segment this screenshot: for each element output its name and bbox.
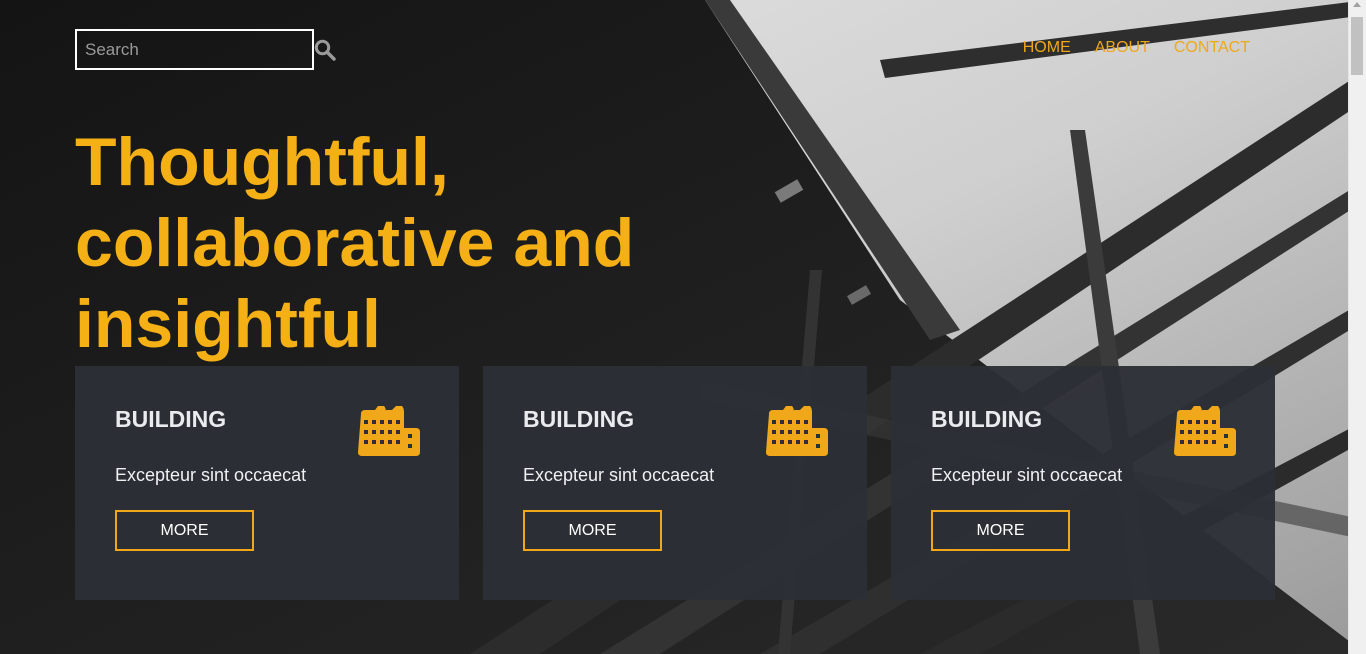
feature-cards: BUILDING Excepteur sint occaecat MORE BU… bbox=[75, 366, 1275, 600]
feature-card: BUILDING Excepteur sint occaecat MORE bbox=[75, 366, 459, 600]
feature-card: BUILDING Excepteur sint occaecat MORE bbox=[891, 366, 1275, 600]
card-text: Excepteur sint occaecat bbox=[931, 465, 1123, 485]
feature-card: BUILDING Excepteur sint occaecat MORE bbox=[483, 366, 867, 600]
main-nav: HOME ABOUT CONTACT bbox=[1023, 39, 1250, 57]
card-title: BUILDING bbox=[931, 406, 1043, 432]
factory-icon bbox=[766, 406, 828, 456]
card-title: BUILDING bbox=[523, 406, 635, 432]
search-field[interactable] bbox=[75, 29, 314, 70]
nav-about-link[interactable]: ABOUT bbox=[1095, 39, 1150, 57]
more-button[interactable]: MORE bbox=[115, 510, 254, 551]
factory-icon bbox=[1174, 406, 1236, 456]
vertical-scrollbar[interactable] bbox=[1348, 0, 1366, 654]
search-icon[interactable] bbox=[314, 39, 336, 61]
nav-home-link[interactable]: HOME bbox=[1023, 39, 1071, 57]
scrollbar-thumb[interactable] bbox=[1351, 17, 1363, 75]
search-input[interactable] bbox=[77, 31, 312, 68]
more-button[interactable]: MORE bbox=[523, 510, 662, 551]
scroll-up-arrow-icon[interactable] bbox=[1353, 2, 1361, 7]
hero-title: Thoughtful, collaborative and insightful bbox=[75, 124, 635, 362]
nav-contact-link[interactable]: CONTACT bbox=[1174, 39, 1250, 57]
card-text: Excepteur sint occaecat bbox=[115, 465, 307, 485]
factory-icon bbox=[358, 406, 420, 456]
card-text: Excepteur sint occaecat bbox=[523, 465, 715, 485]
card-title: BUILDING bbox=[115, 406, 227, 432]
more-button[interactable]: MORE bbox=[931, 510, 1070, 551]
